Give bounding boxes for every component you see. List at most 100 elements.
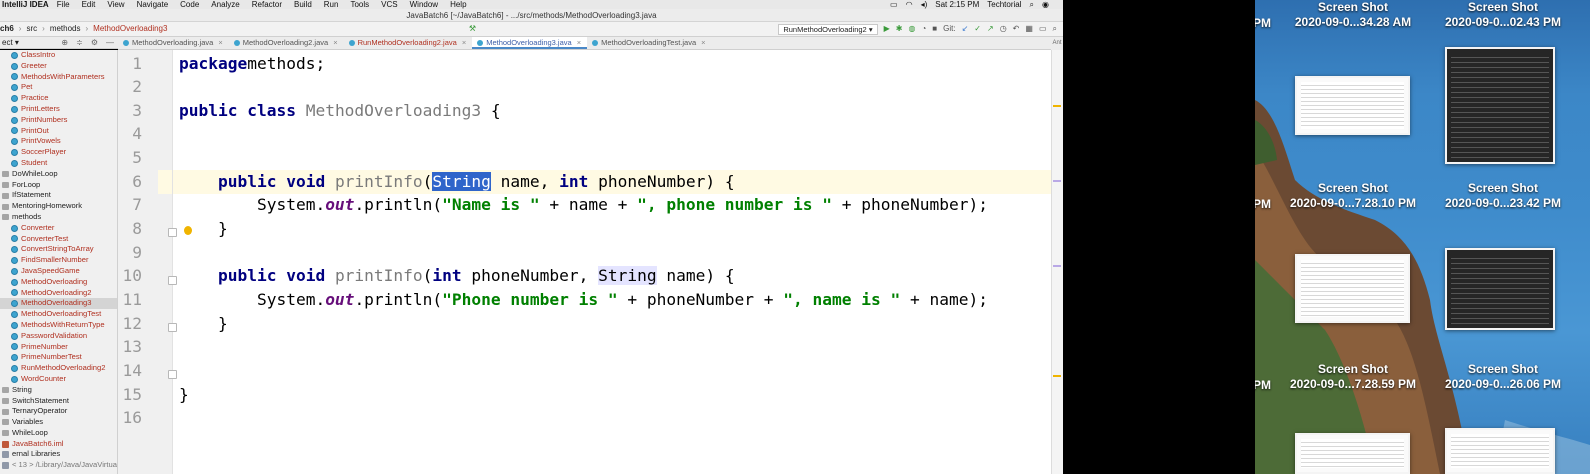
menu-view[interactable]: View <box>107 0 124 9</box>
editor-tab[interactable]: MethodOverloading3.java × <box>472 37 588 49</box>
code-editor[interactable]: 1 2 3 4 5 6 7 8 9 10 11 12 13 14 15 16 packagemethods; p… <box>118 50 1051 474</box>
code-line[interactable]: System.out.println("Phone number is " + … <box>179 288 988 312</box>
breadcrumb-src[interactable]: src <box>26 22 37 36</box>
editor-tab[interactable]: MethodOverloading2.java × <box>229 37 344 49</box>
git-commit-icon[interactable]: ✓ <box>974 22 981 36</box>
app-name[interactable]: IntelliJ IDEA <box>2 0 49 9</box>
fold-marker-icon[interactable] <box>168 228 177 237</box>
partial-file-label[interactable]: PM <box>1255 197 1271 212</box>
tree-item[interactable]: MethodOverloading3 <box>0 298 117 310</box>
menu-refactor[interactable]: Refactor <box>252 0 282 9</box>
coverage-icon[interactable]: ◍ <box>908 22 915 36</box>
code-line[interactable]: public class MethodOverloading3 { <box>179 99 501 123</box>
screenshot-thumbnail[interactable] <box>1295 254 1410 323</box>
tree-item[interactable]: WordCounter <box>0 374 117 385</box>
stripe-mark-caret[interactable] <box>1053 180 1061 182</box>
search-everywhere-icon[interactable]: ⌕ <box>1053 22 1057 36</box>
tree-item[interactable]: JavaBatch6.iml <box>0 439 117 450</box>
tree-item[interactable]: Practice <box>0 93 117 104</box>
tree-item[interactable]: MentoringHomework <box>0 201 117 212</box>
hide-icon[interactable]: — <box>106 37 114 48</box>
search-icon[interactable]: ⌕ <box>1030 0 1034 9</box>
tree-item[interactable]: ForLoop <box>0 180 117 191</box>
tree-item[interactable]: ConverterTest <box>0 234 117 245</box>
stripe-mark-usage[interactable] <box>1053 265 1061 267</box>
tree-item[interactable]: MethodOverloading2 <box>0 288 117 299</box>
editor-tab[interactable]: MethodOverloading.java × <box>118 37 229 49</box>
tree-item[interactable]: MethodOverloadingTest <box>0 309 117 320</box>
tree-item[interactable]: PrimeNumberTest <box>0 352 117 363</box>
breadcrumb-project[interactable]: ch6 <box>0 22 14 36</box>
close-tab-icon[interactable]: × <box>333 38 337 47</box>
stripe-mark-warning[interactable] <box>1053 105 1061 107</box>
tree-item[interactable]: TernaryOperator <box>0 406 117 417</box>
tree-item[interactable]: String <box>0 385 117 396</box>
git-history-icon[interactable]: ◷ <box>1000 22 1007 36</box>
intention-bulb-icon[interactable] <box>184 226 192 235</box>
stripe-mark-warning[interactable] <box>1053 375 1061 377</box>
tree-item[interactable]: MethodOverloading <box>0 277 117 288</box>
tree-item[interactable]: Variables <box>0 417 117 428</box>
wifi-icon[interactable]: ◠ <box>906 0 913 9</box>
desktop-file-label[interactable]: Screen Shot 2020-09-0...02.43 PM <box>1429 0 1577 30</box>
tree-item[interactable]: ClassIntro <box>0 50 117 61</box>
user-name[interactable]: Techtorial <box>987 0 1021 9</box>
desktop-file-label[interactable]: Screen Shot 2020-09-0...7.28.10 PM <box>1279 181 1427 211</box>
tree-item[interactable]: SwitchStatement <box>0 396 117 407</box>
locate-icon[interactable]: ⊕ <box>61 37 68 48</box>
settings-gear-icon[interactable]: ⚙ <box>91 37 98 48</box>
code-line[interactable]: } <box>179 312 228 336</box>
tree-item[interactable]: methods <box>0 212 117 223</box>
error-stripe[interactable] <box>1051 50 1063 474</box>
fold-marker-icon[interactable] <box>168 323 177 332</box>
screenshot-thumbnail[interactable] <box>1295 433 1410 474</box>
tree-item[interactable]: Greeter <box>0 61 117 72</box>
tree-item[interactable]: ConvertStringToArray <box>0 244 117 255</box>
code-line[interactable]: } <box>179 383 189 407</box>
tree-item[interactable]: PrintOut <box>0 126 117 137</box>
menu-vcs[interactable]: VCS <box>381 0 397 9</box>
code-line[interactable]: packagemethods; <box>179 52 325 76</box>
menu-run[interactable]: Run <box>324 0 339 9</box>
project-view-select[interactable]: ect ▾ <box>2 37 19 48</box>
git-push-icon[interactable]: ↗ <box>987 22 994 36</box>
tree-item[interactable]: PasswordValidation <box>0 331 117 342</box>
tree-item[interactable]: PrintNumbers <box>0 115 117 126</box>
tree-item[interactable]: MethodsWithReturnType <box>0 320 117 331</box>
desktop-file-label[interactable]: Screen Shot 2020-09-0...23.42 PM <box>1429 181 1577 211</box>
tree-item[interactable]: FindSmallerNumber <box>0 255 117 266</box>
menu-help[interactable]: Help <box>450 0 466 9</box>
tree-item[interactable]: WhileLoop <box>0 428 117 439</box>
tree-item[interactable]: SoccerPlayer <box>0 147 117 158</box>
git-rollback-icon[interactable]: ↶ <box>1013 22 1020 36</box>
build-hammer-icon[interactable]: ⚒ <box>469 22 476 36</box>
menu-build[interactable]: Build <box>294 0 312 9</box>
ant-tool-label[interactable]: Ant <box>1051 37 1063 50</box>
code-line[interactable]: System.out.println("Name is " + name + "… <box>179 193 988 217</box>
code-line[interactable]: public void printInfo(String name, int p… <box>179 170 735 194</box>
tree-item[interactable]: Converter <box>0 223 117 234</box>
editor-tab[interactable]: RunMethodOverloading2.java × <box>344 37 473 49</box>
breadcrumb-package[interactable]: methods <box>50 22 81 36</box>
partial-file-label[interactable]: PM <box>1255 16 1271 31</box>
menu-code[interactable]: Code <box>180 0 199 9</box>
tree-item[interactable]: < 13 > /Library/Java/JavaVirtualM <box>0 460 117 471</box>
tree-item[interactable]: ernal Libraries <box>0 449 117 460</box>
battery-icon[interactable]: ▭ <box>890 0 898 9</box>
menu-navigate[interactable]: Navigate <box>137 0 169 9</box>
tree-item[interactable]: PrimeNumber <box>0 342 117 353</box>
menu-tools[interactable]: Tools <box>350 0 369 9</box>
siri-icon[interactable]: ◉ <box>1042 0 1049 9</box>
tree-item[interactable]: DoWhileLoop <box>0 169 117 180</box>
tree-item[interactable]: IfStatement <box>0 190 117 201</box>
tree-item[interactable]: RunMethodOverloading2 <box>0 363 117 374</box>
menu-window[interactable]: Window <box>410 0 438 9</box>
collapse-icon[interactable]: ≑ <box>76 37 83 48</box>
tree-item[interactable]: Student <box>0 158 117 169</box>
run-icon[interactable]: ▶ <box>884 22 890 36</box>
tree-item[interactable]: MethodsWithParameters <box>0 72 117 83</box>
code-line[interactable]: public void printInfo(int phoneNumber, S… <box>179 264 735 288</box>
code-area[interactable]: packagemethods; public class MethodOverlo… <box>173 50 1051 474</box>
project-structure-icon[interactable]: ▦ <box>1025 22 1033 36</box>
stop-icon[interactable]: ■ <box>932 22 937 36</box>
